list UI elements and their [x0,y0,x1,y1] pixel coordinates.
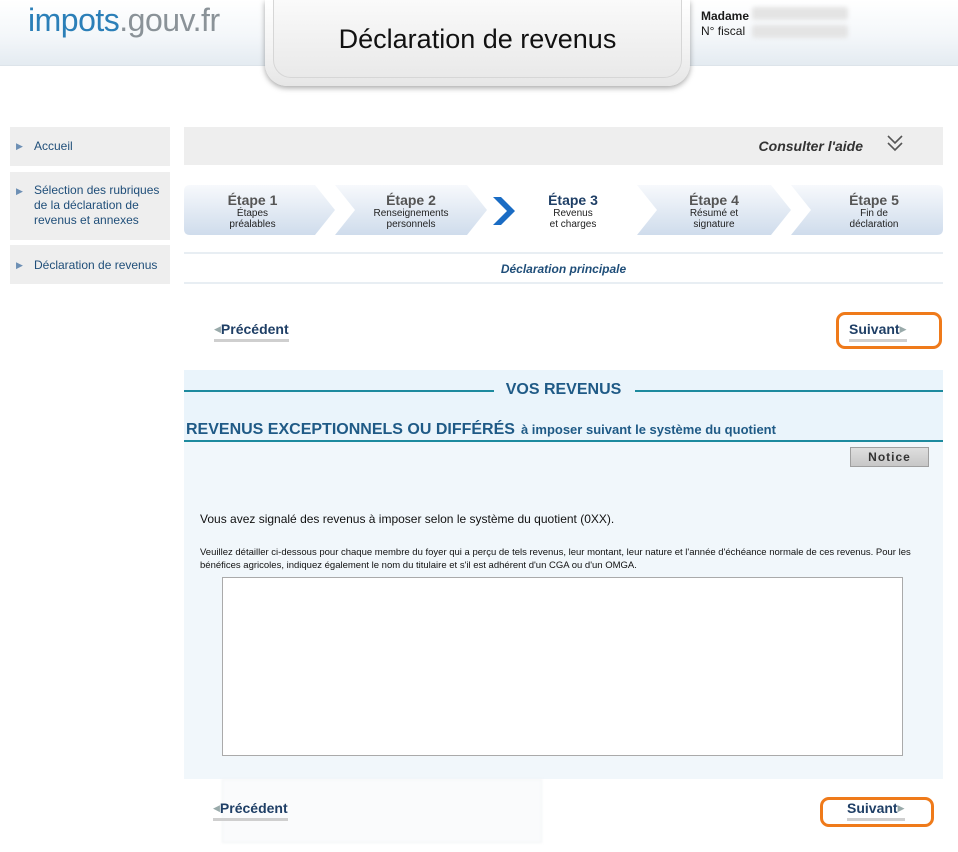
right-arrow-icon: ▶ [899,324,907,334]
site-logo[interactable]: impots.gouv.fr [28,2,220,39]
step-progress: Étape 1 Étapes préalables Étape 2 Renseig… [184,185,943,235]
step-2: Étape 2 Renseignements personnels [335,185,487,235]
signal-text: Vous avez signalé des revenus à imposer … [200,512,615,526]
revenus-detail-textarea[interactable] [222,577,903,756]
sidebar-item-label: Sélection des rubriques de la déclaratio… [34,183,160,227]
previous-link-top[interactable]: ◀Précédent [214,321,289,342]
page-title: Déclaration de revenus [338,24,617,54]
step-5: Étape 5 Fin de déclaration [791,185,943,235]
step-desc-line2: préalables [229,219,276,230]
subsection-title: REVENUS EXCEPTIONNELS OU DIFFÉRÉS [186,421,515,438]
sidebar-item-selection-rubriques[interactable]: ▶ Sélection des rubriques de la déclarat… [10,172,170,240]
double-chevron-down-icon[interactable] [885,132,905,156]
logo-text-domain: .gouv.fr [119,2,220,38]
user-salutation: Madame [701,9,750,23]
next-label: Suivant [847,800,898,816]
left-arrow-icon: ◀ [214,324,221,334]
step-4: Étape 4 Résumé et signature [637,185,791,235]
page-title-box: Déclaration de revenus [265,0,690,86]
user-info: Madame N° fiscal [701,9,749,39]
step-desc-line2: personnels [386,219,436,230]
detail-instructions: Veuillez détailler ci-dessous pour chaqu… [200,547,911,571]
step-title: Étape 5 [849,192,899,208]
sidebar-item-label: Accueil [34,139,73,153]
step-title: Étape 1 [227,192,278,208]
subsection-suffix: à imposer suivant le système du quotient [520,422,776,437]
previous-label: Précédent [220,321,289,337]
sidebar-item-accueil[interactable]: ▶ Accueil [10,127,170,166]
help-bar: Consulter l'aide [184,127,943,165]
right-arrow-icon: ▶ [897,803,905,813]
step-desc-line1: Revenus [553,208,593,219]
left-arrow-icon: ◀ [213,803,220,813]
play-arrow-icon: ▶ [16,141,23,151]
step-desc-line1: Renseignements [373,208,449,219]
subsection-header: REVENUS EXCEPTIONNELS OU DIFFÉRÉS à impos… [186,421,776,439]
step-desc-line1: Étapes [236,208,269,219]
sidebar-item-label: Déclaration de revenus [34,258,158,272]
step-desc-line1: Fin de [860,208,888,219]
previous-link-bottom[interactable]: ◀Précédent [213,800,288,821]
revenus-panel: VOS REVENUS REVENUS EXCEPTIONNELS OU DIF… [184,370,943,779]
next-label: Suivant [849,321,900,337]
redacted-fiscal-number [752,25,848,38]
play-arrow-icon: ▶ [16,260,23,270]
previous-label: Précédent [219,800,288,816]
step-title: Étape 3 [548,192,598,208]
next-link-bottom[interactable]: Suivant▶ [847,800,905,821]
step-desc-line2: déclaration [849,219,899,230]
next-link-top[interactable]: Suivant▶ [849,321,907,342]
step-1: Étape 1 Étapes préalables [184,185,335,235]
declaration-subtitle: Déclaration principale [500,262,627,276]
notice-button[interactable]: Notice [850,447,929,467]
logo-text-main: impots [28,2,120,38]
step-desc-line2: et charges [549,219,597,230]
step-desc-line2: signature [693,219,735,230]
sidebar-item-declaration[interactable]: ▶ Déclaration de revenus [10,245,170,284]
declaration-subtitle-bar: Déclaration principale [184,252,943,284]
step-3-current: Étape 3 Revenus et charges [487,185,639,235]
section-header: VOS REVENUS [184,381,943,401]
step-title: Étape 4 [689,192,739,208]
section-title: VOS REVENUS [493,381,634,398]
step-desc-line1: Résumé et [689,208,739,219]
help-link[interactable]: Consulter l'aide [759,138,863,154]
redacted-name [752,7,848,20]
step-title: Étape 2 [386,192,436,208]
user-fiscal-label: N° fiscal [701,24,746,38]
play-arrow-icon: ▶ [16,186,23,196]
